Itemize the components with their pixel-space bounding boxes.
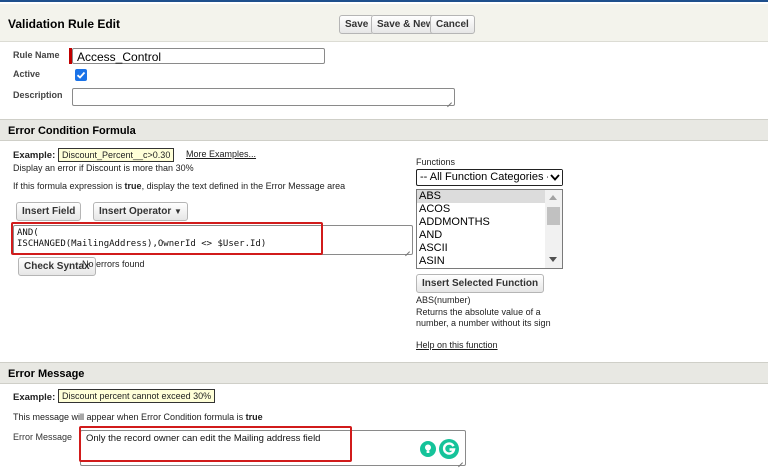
section-error-message: Error Message [0, 362, 768, 384]
function-item-ascii[interactable]: ASCII [417, 242, 546, 255]
section-title: Error Condition Formula [8, 125, 136, 137]
description-label: Description [13, 90, 63, 100]
section-error-condition-formula: Error Condition Formula [0, 119, 768, 141]
page-header: Validation Rule Edit Save Save & New Can… [0, 4, 768, 42]
formula-instruction: If this formula expression is true, disp… [13, 181, 345, 191]
example-description: Display an error if Discount is more tha… [13, 163, 194, 173]
note-text: This message will appear when Error Cond… [13, 412, 246, 422]
example-formula: Discount_Percent__c>0.30 [58, 148, 175, 162]
active-checkbox[interactable] [75, 69, 87, 81]
description-textarea[interactable] [72, 88, 455, 106]
scrollbar-thumb[interactable] [547, 207, 560, 225]
error-example-label: Example: [13, 392, 56, 403]
cancel-button[interactable]: Cancel [430, 15, 475, 34]
resize-handle-icon[interactable] [445, 96, 453, 104]
listbox-scrollbar[interactable] [545, 190, 562, 268]
help-function-link[interactable]: Help on this function [416, 340, 498, 350]
active-label: Active [13, 69, 41, 79]
function-signature: ABS(number) [416, 295, 471, 305]
example-label: Example: [13, 150, 56, 161]
instruction-bold: true [124, 181, 142, 191]
more-examples-link[interactable]: More Examples... [186, 149, 256, 159]
function-item-addmonths[interactable]: ADDMONTHS [417, 216, 546, 229]
instruction-text-1: If this formula expression is [13, 181, 125, 191]
error-message-note: This message will appear when Error Cond… [13, 412, 263, 422]
error-message-label: Error Message [13, 432, 73, 442]
page-title: Validation Rule Edit [8, 17, 121, 31]
resize-handle-icon[interactable] [403, 245, 411, 253]
insert-operator-button[interactable]: Insert Operator ▼ [93, 202, 188, 221]
function-category-value: -- All Function Categories -- [420, 171, 554, 183]
checkmark-icon [76, 71, 86, 79]
function-description-2: number, a number without its sign [416, 318, 551, 328]
chevron-down-icon [548, 170, 562, 185]
scroll-up-icon[interactable] [549, 195, 557, 200]
note-bold: true [245, 412, 263, 422]
section-title: Error Message [8, 368, 85, 380]
function-item-asin[interactable]: ASIN [417, 255, 546, 268]
resize-handle-icon[interactable] [456, 456, 464, 464]
function-item-acos[interactable]: ACOS [417, 203, 546, 216]
lightbulb-icon[interactable] [420, 441, 436, 457]
rule-name-input[interactable]: Access_Control [72, 48, 325, 64]
syntax-status: No errors found [82, 259, 145, 269]
function-item-abs[interactable]: ABS [417, 190, 546, 203]
function-list: ABS ACOS ADDMONTHS AND ASCII ASIN [417, 190, 546, 268]
scroll-down-icon[interactable] [549, 257, 557, 262]
insert-selected-function-button[interactable]: Insert Selected Function [416, 274, 545, 293]
insert-operator-label: Insert Operator [99, 206, 172, 217]
save-button[interactable]: Save [339, 15, 375, 34]
insert-field-button[interactable]: Insert Field [16, 202, 82, 221]
instruction-text-2: , display the text defined in the Error … [141, 181, 346, 191]
error-example-value: Discount percent cannot exceed 30% [58, 389, 216, 403]
highlight-box-formula [11, 222, 323, 255]
highlight-box-error-message [79, 426, 352, 462]
function-listbox[interactable]: ABS ACOS ADDMONTHS AND ASCII ASIN [416, 189, 563, 269]
functions-label: Functions [416, 157, 456, 167]
function-item-and[interactable]: AND [417, 229, 546, 242]
rule-name-value: Access_Control [77, 50, 162, 64]
rule-name-label: Rule Name [13, 50, 60, 60]
function-category-select[interactable]: -- All Function Categories -- [416, 169, 563, 186]
caret-down-icon: ▼ [174, 207, 182, 216]
function-description-1: Returns the absolute value of a [416, 307, 541, 317]
